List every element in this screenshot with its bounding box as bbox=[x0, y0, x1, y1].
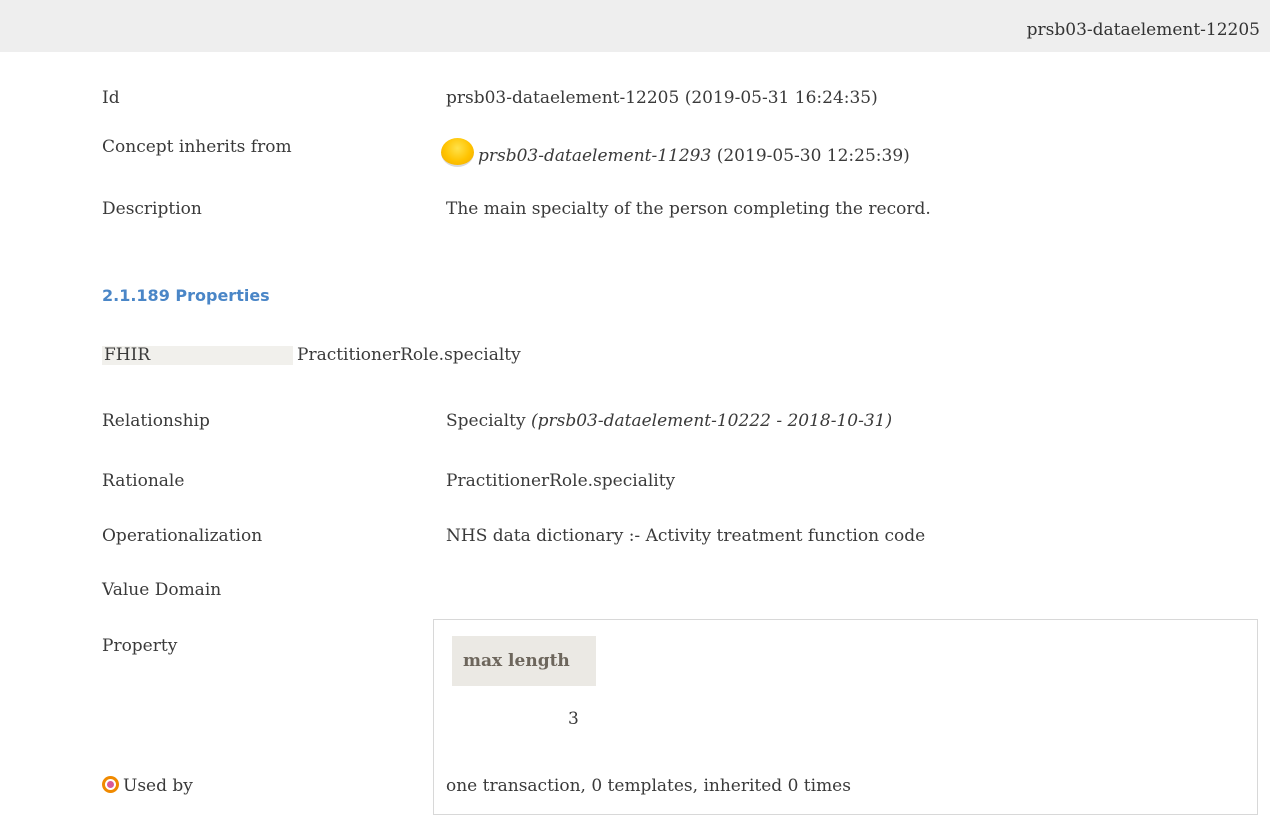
description-label: Description bbox=[102, 199, 202, 219]
id-label: Id bbox=[102, 88, 120, 108]
rationale-value: PractitionerRole.speciality bbox=[446, 471, 676, 491]
operationalization-label: Operationalization bbox=[102, 526, 263, 546]
concept-id-header: prsb03-dataelement-12205 bbox=[1026, 20, 1260, 40]
max-length-header: max length bbox=[452, 636, 596, 686]
fhir-value: PractitionerRole.specialty bbox=[297, 345, 521, 365]
property-label: Property bbox=[102, 636, 178, 656]
relationship-ref: (prsb03-dataelement-10222 - 2018-10-31) bbox=[530, 411, 893, 431]
relationship-value: Specialty (prsb03-dataelement-10222 - 20… bbox=[446, 411, 892, 431]
value-domain-label: Value Domain bbox=[102, 580, 222, 600]
used-by-label: Used by bbox=[123, 776, 193, 796]
relationship-name: Specialty bbox=[446, 411, 526, 431]
used-by-value: one transaction, 0 templates, inherited … bbox=[446, 776, 851, 796]
id-value: prsb03-dataelement-12205 (2019-05-31 16:… bbox=[446, 88, 878, 108]
properties-heading: 2.1.189 Properties bbox=[102, 286, 270, 305]
used-by-label-row: Used by bbox=[102, 776, 193, 796]
relationship-label: Relationship bbox=[102, 411, 210, 431]
operationalization-value: NHS data dictionary :- Activity treatmen… bbox=[446, 526, 926, 546]
target-icon bbox=[102, 776, 119, 793]
description-value: The main specialty of the person complet… bbox=[446, 199, 931, 219]
inherits-link[interactable]: prsb03-dataelement-11293 bbox=[478, 146, 711, 166]
inherits-value: prsb03-dataelement-11293 (2019-05-30 12:… bbox=[441, 138, 910, 167]
inherits-label: Concept inherits from bbox=[102, 137, 292, 157]
max-length-value: 3 bbox=[568, 709, 579, 729]
top-bar: prsb03-dataelement-12205 bbox=[0, 0, 1270, 52]
rationale-label: Rationale bbox=[102, 471, 185, 491]
yellow-status-dot-icon bbox=[441, 138, 474, 167]
fhir-label: FHIR bbox=[102, 346, 293, 365]
inherits-date: (2019-05-30 12:25:39) bbox=[716, 146, 910, 166]
